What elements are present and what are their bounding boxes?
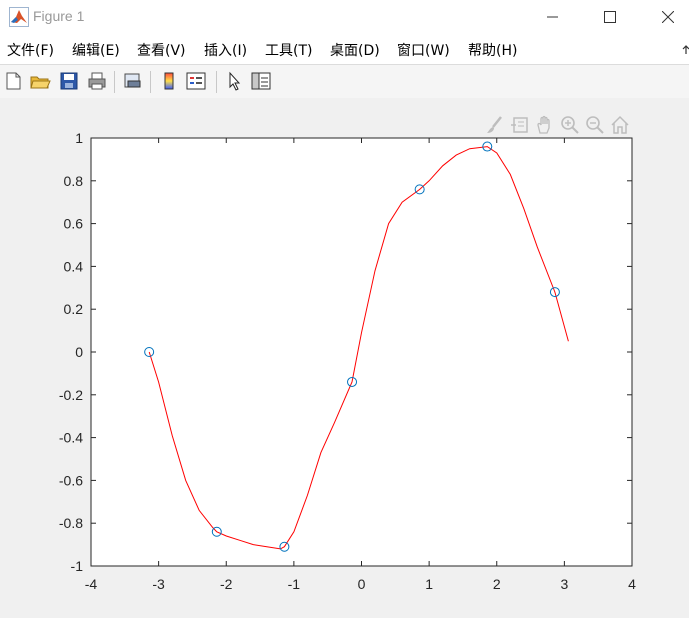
brush-icon[interactable] — [484, 114, 506, 136]
y-tick-label: 0.8 — [64, 173, 84, 189]
y-tick-label: 0.2 — [64, 301, 84, 317]
y-tick-label: -0.8 — [59, 515, 83, 531]
y-tick-label: -0.2 — [59, 387, 83, 403]
x-tick-label: -4 — [85, 576, 98, 592]
x-tick-label: -3 — [152, 576, 165, 592]
x-tick-label: 2 — [493, 576, 501, 592]
x-tick-label: -2 — [220, 576, 233, 592]
x-tick-label: 0 — [358, 576, 366, 592]
x-tick-label: 3 — [560, 576, 568, 592]
y-tick-label: -1 — [71, 558, 84, 574]
axes-background — [91, 138, 632, 566]
zoom-out-icon[interactable] — [584, 114, 606, 136]
y-tick-label: -0.6 — [59, 472, 83, 488]
zoom-in-icon[interactable] — [559, 114, 581, 136]
pan-icon[interactable] — [534, 114, 556, 136]
data-tips-icon[interactable] — [509, 114, 531, 136]
y-tick-label: -0.4 — [59, 430, 83, 446]
x-tick-label: 4 — [628, 576, 636, 592]
y-tick-label: 0.4 — [64, 258, 84, 274]
home-icon[interactable] — [609, 114, 631, 136]
y-tick-label: 1 — [75, 130, 83, 146]
plot-svg: -4 -3 -2 -1 0 1 2 3 4 1 0.8 0.6 0.4 0.2 0 -0.2 -0.4 -0.6 -… — [59, 130, 636, 592]
x-tick-label: 1 — [425, 576, 433, 592]
x-tick-label: -1 — [288, 576, 301, 592]
y-tick-label: 0.6 — [64, 216, 84, 232]
y-tick-label: 0 — [75, 344, 83, 360]
